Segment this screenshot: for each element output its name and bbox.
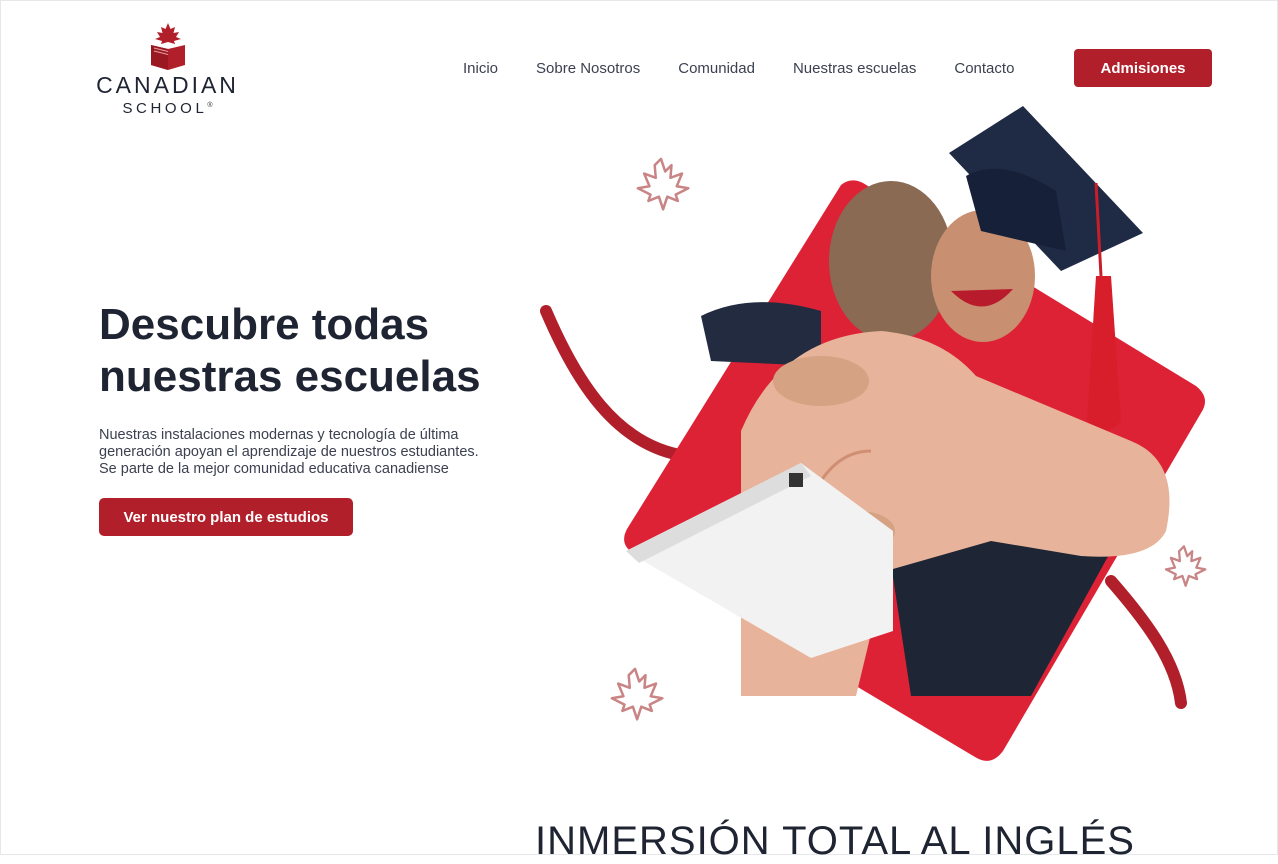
- hero-title-line2: nuestras escuelas: [99, 352, 481, 401]
- nav-item-contacto[interactable]: Contacto: [954, 60, 1014, 77]
- plan-de-estudios-button[interactable]: Ver nuestro plan de estudios: [99, 498, 353, 536]
- brand-name-line2: SCHOOL®: [90, 97, 245, 117]
- registered-mark: ®: [207, 102, 213, 109]
- admisiones-button[interactable]: Admisiones: [1074, 49, 1212, 87]
- swoosh-curve-right: [1105, 575, 1187, 709]
- brand-logo[interactable]: CANADIAN SCHOOL®: [90, 21, 245, 117]
- nav-item-inicio[interactable]: Inicio: [463, 60, 498, 77]
- hero-description-line1: Nuestras instalaciones modernas y tecnol…: [99, 427, 459, 443]
- maple-book-icon: [150, 23, 185, 70]
- section-title-inmersion: INMERSIÓN TOTAL AL INGLÉS: [535, 819, 1135, 863]
- nav-item-comunidad[interactable]: Comunidad: [678, 60, 755, 77]
- maple-leaf-outline-icon: [1164, 545, 1207, 587]
- hero-description: Nuestras instalaciones modernas y tecnol…: [99, 427, 519, 478]
- hero-title-line1: Descubre todas: [99, 300, 430, 349]
- hero-title: Descubre todas nuestras escuelas: [99, 299, 539, 403]
- hero-description-line3: Se parte de la mejor comunidad educativa…: [99, 461, 449, 477]
- main-nav: Inicio Sobre Nosotros Comunidad Nuestras…: [463, 49, 1052, 87]
- swoosh-curve-left: [540, 305, 692, 462]
- maple-leaf-outline-icon: [636, 157, 690, 211]
- nav-item-sobre-nosotros[interactable]: Sobre Nosotros: [536, 60, 640, 77]
- nav-item-nuestras-escuelas[interactable]: Nuestras escuelas: [793, 60, 916, 77]
- hero-description-line2: generación apoyan el aprendizaje de nues…: [99, 444, 479, 460]
- brand-name-school: SCHOOL: [122, 100, 208, 117]
- brand-name-line1: CANADIAN: [96, 72, 239, 98]
- hero-illustration: [540, 106, 1207, 761]
- maple-leaf-outline-icon: [610, 667, 664, 721]
